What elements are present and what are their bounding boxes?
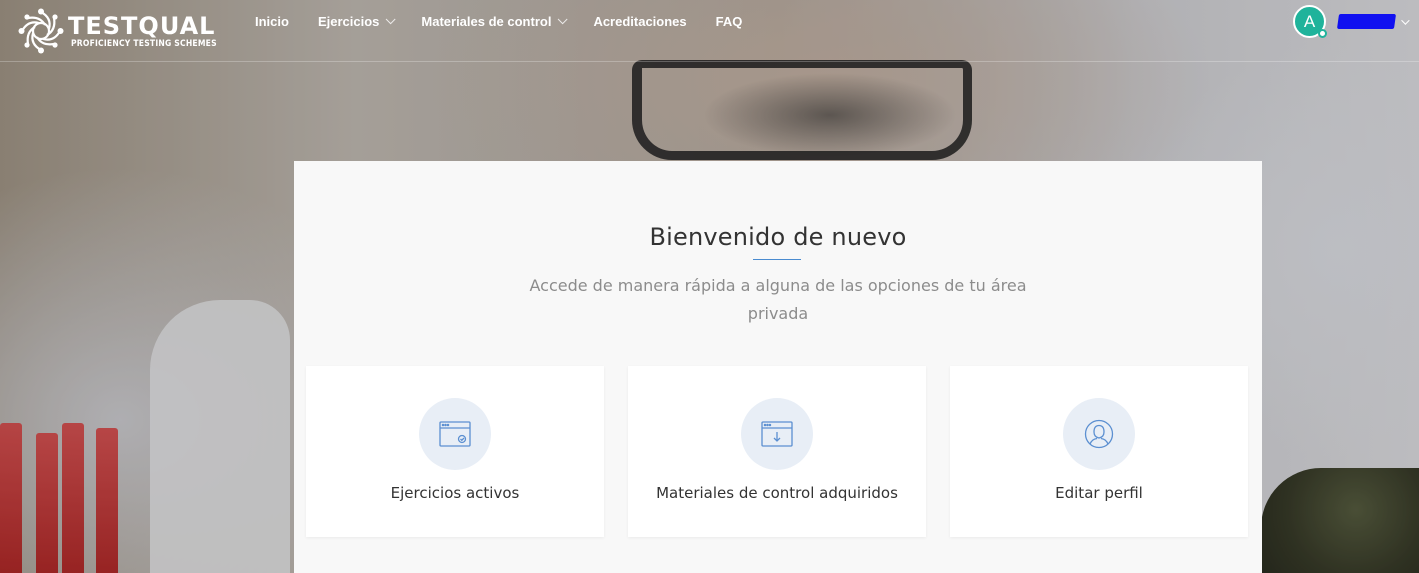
page-title: Bienvenido de nuevo: [649, 223, 907, 251]
nav-item-label: Materiales de control: [421, 14, 552, 29]
chevron-down-icon: [386, 14, 396, 25]
main-nav: Inicio Ejercicios Materiales de control …: [255, 14, 771, 29]
user-menu[interactable]: A: [1293, 5, 1410, 38]
user-name-redacted[interactable]: [1336, 14, 1397, 29]
nav-item-label: FAQ: [715, 14, 743, 29]
card-materiales-adquiridos[interactable]: Materiales de control adquiridos: [628, 366, 926, 537]
chevron-down-icon: [558, 14, 569, 25]
nav-item-acreditaciones[interactable]: Acreditaciones: [593, 14, 686, 29]
card-label: Editar perfil: [1055, 484, 1143, 502]
nav-item-label: Inicio: [255, 14, 289, 29]
quick-access-cards: Ejercicios activos Materiales de control…: [306, 366, 1248, 537]
card-ejercicios-activos[interactable]: Ejercicios activos: [306, 366, 604, 537]
window-check-icon: [419, 398, 491, 470]
top-navbar: TESTQUAL PROFICIENCY TESTING SCHEMES Ini…: [0, 0, 1419, 62]
title-divider: [753, 259, 801, 260]
card-label: Ejercicios activos: [390, 484, 520, 502]
window-download-icon: [741, 398, 813, 470]
card-label: Materiales de control adquiridos: [656, 484, 898, 502]
brand-tagline: PROFICIENCY TESTING SCHEMES: [71, 39, 217, 49]
avatar-initial: A: [1303, 11, 1316, 31]
user-profile-icon: [1063, 398, 1135, 470]
nav-item-label: Acreditaciones: [593, 14, 687, 29]
online-status-icon: [1318, 29, 1327, 38]
nav-item-ejercicios[interactable]: Ejercicios: [317, 14, 396, 29]
nav-item-materiales-de-control[interactable]: Materiales de control: [421, 14, 569, 29]
chevron-down-icon[interactable]: [1401, 15, 1410, 25]
logo-mark-icon: [18, 8, 64, 54]
avatar[interactable]: A: [1293, 5, 1327, 38]
brand-logo[interactable]: TESTQUAL PROFICIENCY TESTING SCHEMES: [18, 8, 217, 54]
page-subtitle: Accede de manera rápida a alguna de las …: [529, 276, 1027, 323]
welcome-panel: Bienvenido de nuevo Accede de manera ráp…: [294, 161, 1262, 573]
brand-name: TESTQUAL: [68, 12, 216, 40]
nav-item-faq[interactable]: FAQ: [716, 14, 743, 29]
nav-item-inicio[interactable]: Inicio: [255, 14, 289, 29]
nav-item-label: Ejercicios: [317, 14, 380, 29]
card-editar-perfil[interactable]: Editar perfil: [950, 366, 1248, 537]
